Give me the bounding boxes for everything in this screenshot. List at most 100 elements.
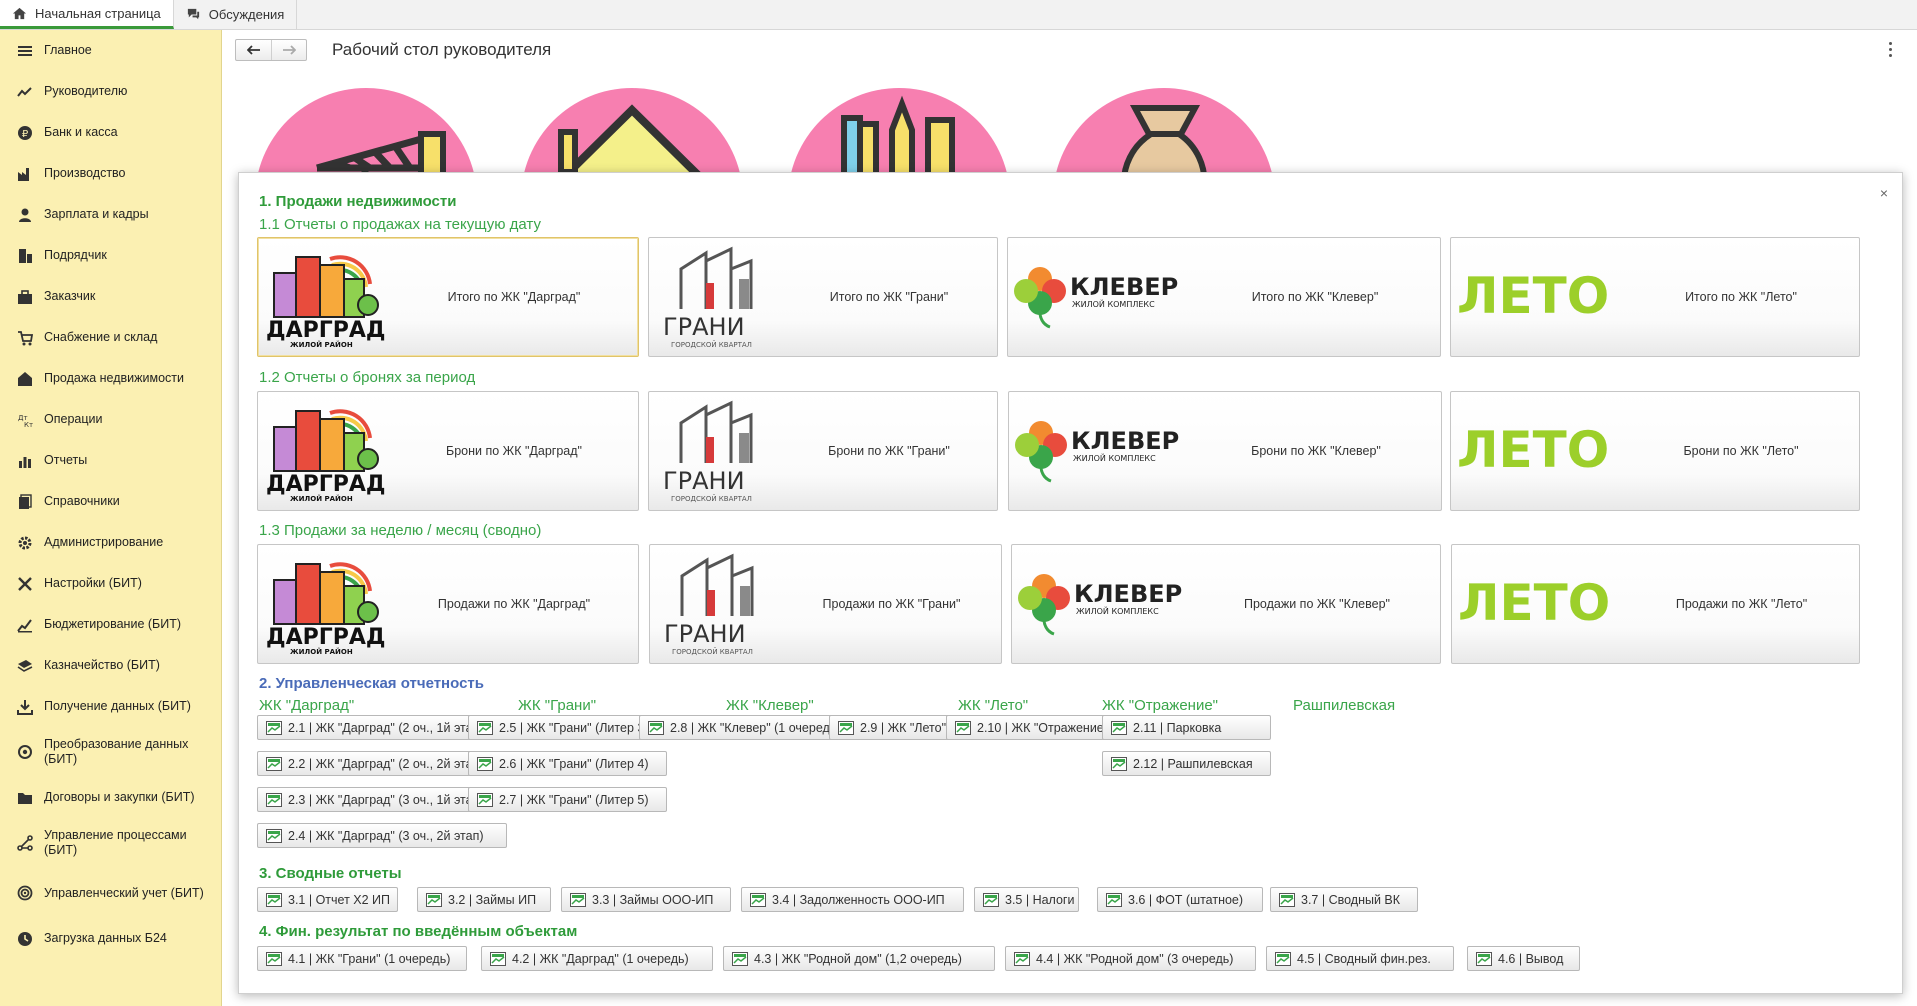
budget-icon [16, 616, 34, 634]
sidebar-item-contracts-bit[interactable]: Договоры и закупки (БИТ) [0, 777, 221, 818]
sidebar-item-operations[interactable]: Дт Кт Операции [0, 399, 221, 440]
report-button-2-1-0[interactable]: 2.5 | ЖК "Грани" (Литер 3) [468, 715, 667, 740]
sidebar-item-label: Казначейство (БИТ) [44, 658, 160, 672]
fin-result-button-3[interactable]: 4.4 | ЖК "Родной дом" (3 очередь) [1005, 946, 1256, 971]
sidebar-item-budget-bit[interactable]: Бюджетирование (БИТ) [0, 604, 221, 645]
sidebar-item-manager[interactable]: Руководителю [0, 71, 221, 112]
summary-report-button-4[interactable]: 3.5 | Налоги [974, 887, 1079, 912]
svg-text:ЖИЛОЙ КОМПЛЕКС: ЖИЛОЙ КОМПЛЕКС [1076, 605, 1159, 616]
tab-discussions[interactable]: Обсуждения [174, 0, 298, 29]
tile-label: Брони по ЖК "Дарград" [446, 444, 582, 458]
sidebar-item-label: Преобразование данных (БИТ) [44, 737, 189, 766]
sidebar-item-supply[interactable]: Снабжение и склад [0, 317, 221, 358]
svg-text:Кт: Кт [24, 421, 33, 428]
report-icon [1106, 892, 1122, 907]
more-menu-button[interactable] [1885, 40, 1895, 58]
tile-total-grani[interactable]: ГРАНИ ГОРОДСКОЙ КВАРТАЛ Итого по ЖК "Гра… [648, 237, 998, 357]
tile-total-leto[interactable]: ЛЕТО Итого по ЖК "Лето" [1450, 237, 1860, 357]
svg-text:ЛЕТО: ЛЕТО [1457, 421, 1609, 479]
sidebar-item-customer[interactable]: Заказчик [0, 276, 221, 317]
report-icon [1476, 951, 1492, 966]
sidebar-item-treasury-bit[interactable]: Казначейство (БИТ) [0, 645, 221, 686]
tile-sales-klever[interactable]: КЛЕВЕР ЖИЛОЙ КОМПЛЕКС Продажи по ЖК "Кле… [1011, 544, 1441, 664]
sidebar-item-b24-load[interactable]: Загрузка данных Б24 [0, 918, 221, 959]
svg-text:ГОРОДСКОЙ КВАРТАЛ: ГОРОДСКОЙ КВАРТАЛ [671, 340, 752, 349]
svg-text:ГОРОДСКОЙ КВАРТАЛ: ГОРОДСКОЙ КВАРТАЛ [672, 647, 753, 656]
fin-result-button-2[interactable]: 4.3 | ЖК "Родной дом" (1,2 очередь) [723, 946, 995, 971]
sidebar-item-directories[interactable]: Справочники [0, 481, 221, 522]
forward-button[interactable] [271, 40, 306, 60]
svg-text:ГРАНИ: ГРАНИ [664, 620, 746, 648]
report-icon [477, 720, 493, 735]
sidebar-item-transform-data-bit[interactable]: Преобразование данных (БИТ) [0, 727, 221, 777]
tile-total-dargrad[interactable]: ДАРГРАД ЖИЛОЙ РАЙОН Итого по ЖК "Дарград… [257, 237, 639, 357]
building-icon [16, 247, 34, 265]
report-button-2-1-1[interactable]: 2.6 | ЖК "Грани" (Литер 4) [468, 751, 667, 776]
summary-report-button-3[interactable]: 3.4 | Задолженность ООО-ИП [741, 887, 964, 912]
sidebar-item-salary[interactable]: Зарплата и кадры [0, 194, 221, 235]
report-button-2-3-0[interactable]: 2.9 | ЖК "Лето" [829, 715, 963, 740]
sidebar-item-process-bit[interactable]: Управление процессами (БИТ) [0, 818, 221, 868]
section-title-fin-result: 4. Фин. результат по введённым объектам [259, 923, 578, 940]
report-button-2-5-1[interactable]: 2.12 | Рашпилевская [1102, 751, 1271, 776]
sidebar-item-label: Банк и касса [44, 125, 118, 139]
process-icon [16, 834, 34, 852]
tile-sales-grani[interactable]: ГРАНИ ГОРОДСКОЙ КВАРТАЛ Продажи по ЖК "Г… [649, 544, 1002, 664]
svg-text:ДАРГРАД: ДАРГРАД [266, 472, 386, 497]
tile-bookings-dargrad[interactable]: ДАРГРАД ЖИЛОЙ РАЙОН Брони по ЖК "Дарград… [257, 391, 639, 511]
report-button-label: 2.5 | ЖК "Грани" (Литер 3) [499, 720, 649, 735]
sidebar-item-main[interactable]: Главное [0, 30, 221, 71]
report-icon [955, 720, 971, 735]
group-head-grani: ЖК "Грани" [518, 697, 597, 714]
tab-home-label: Начальная страница [35, 5, 161, 21]
summary-report-button-2[interactable]: 3.3 | Займы ООО-ИП [561, 887, 731, 912]
briefcase-icon [16, 288, 34, 306]
close-icon[interactable]: × [1880, 185, 1888, 201]
tile-bookings-grani[interactable]: ГРАНИ ГОРОДСКОЙ КВАРТАЛ Брони по ЖК "Гра… [648, 391, 998, 511]
page-title: Рабочий стол руководителя [332, 40, 552, 59]
fin-result-button-5[interactable]: 4.6 | Вывод [1467, 946, 1580, 971]
sidebar-item-production[interactable]: Производство [0, 153, 221, 194]
sidebar-item-reports[interactable]: Отчеты [0, 440, 221, 481]
house-icon [16, 370, 34, 388]
report-button-2-1-2[interactable]: 2.7 | ЖК "Грани" (Литер 5) [468, 787, 667, 812]
tile-label: Брони по ЖК "Лето" [1683, 444, 1799, 458]
tile-total-klever[interactable]: КЛЕВЕР ЖИЛОЙ КОМПЛЕКС Итого по ЖК "Клеве… [1007, 237, 1441, 357]
summary-report-button-1[interactable]: 3.2 | Займы ИП [417, 887, 551, 912]
report-button-2-5-0[interactable]: 2.11 | Парковка [1102, 715, 1271, 740]
tile-bookings-klever[interactable]: КЛЕВЕР ЖИЛОЙ КОМПЛЕКС Брони по ЖК "Клеве… [1008, 391, 1442, 511]
folder-icon [16, 789, 34, 807]
tile-sales-leto[interactable]: ЛЕТО Продажи по ЖК "Лето" [1451, 544, 1860, 664]
tile-sales-dargrad[interactable]: ДАРГРАД ЖИЛОЙ РАЙОН Продажи по ЖК "Даргр… [257, 544, 639, 664]
group-head-rashpilevskaya: Рашпилевская [1293, 697, 1396, 714]
sidebar-item-admin[interactable]: Администрирование [0, 522, 221, 563]
report-button-2-4-0[interactable]: 2.10 | ЖК "Отражение" [946, 715, 1128, 740]
sidebar-item-realty[interactable]: Продажа недвижимости [0, 358, 221, 399]
sidebar-item-receive-data-bit[interactable]: Получение данных (БИТ) [0, 686, 221, 727]
menu-icon [16, 42, 34, 60]
group-head-leto: ЖК "Лето" [958, 697, 1029, 714]
report-icon [648, 720, 664, 735]
sidebar-item-bank[interactable]: ₽ Банк и касса [0, 112, 221, 153]
summary-report-button-6[interactable]: 3.7 | Сводный ВК [1270, 887, 1418, 912]
cart-icon [16, 329, 34, 347]
svg-text:ДАРГРАД: ДАРГРАД [266, 625, 386, 650]
sidebar-item-settings-bit[interactable]: Настройки (БИТ) [0, 563, 221, 604]
report-icon [1279, 892, 1295, 907]
report-button-label: 4.1 | ЖК "Грани" (1 очередь) [288, 951, 451, 966]
back-button[interactable] [236, 40, 271, 60]
summary-report-button-0[interactable]: 3.1 | Отчет Х2 ИП [257, 887, 398, 912]
report-icon [477, 792, 493, 807]
fin-result-button-0[interactable]: 4.1 | ЖК "Грани" (1 очередь) [257, 946, 467, 971]
fin-result-button-1[interactable]: 4.2 | ЖК "Дарград" (1 очередь) [481, 946, 713, 971]
sidebar-item-contractor[interactable]: Подрядчик [0, 235, 221, 276]
tile-bookings-leto[interactable]: ЛЕТО Брони по ЖК "Лето" [1450, 391, 1860, 511]
sidebar-item-mgmt-accounting-bit[interactable]: Управленческий учет (БИТ) [0, 868, 221, 918]
tab-home[interactable]: Начальная страница [0, 0, 174, 29]
report-button-2-0-3[interactable]: 2.4 | ЖК "Дарград" (3 оч., 2й этап) [257, 823, 507, 848]
sidebar-item-label: Загрузка данных Б24 [44, 931, 167, 945]
summary-report-button-5[interactable]: 3.6 | ФОТ (штатное) [1097, 887, 1263, 912]
report-button-label: 3.2 | Займы ИП [448, 892, 537, 907]
svg-text:₽: ₽ [22, 129, 29, 140]
fin-result-button-4[interactable]: 4.5 | Сводный фин.рез. [1266, 946, 1454, 971]
